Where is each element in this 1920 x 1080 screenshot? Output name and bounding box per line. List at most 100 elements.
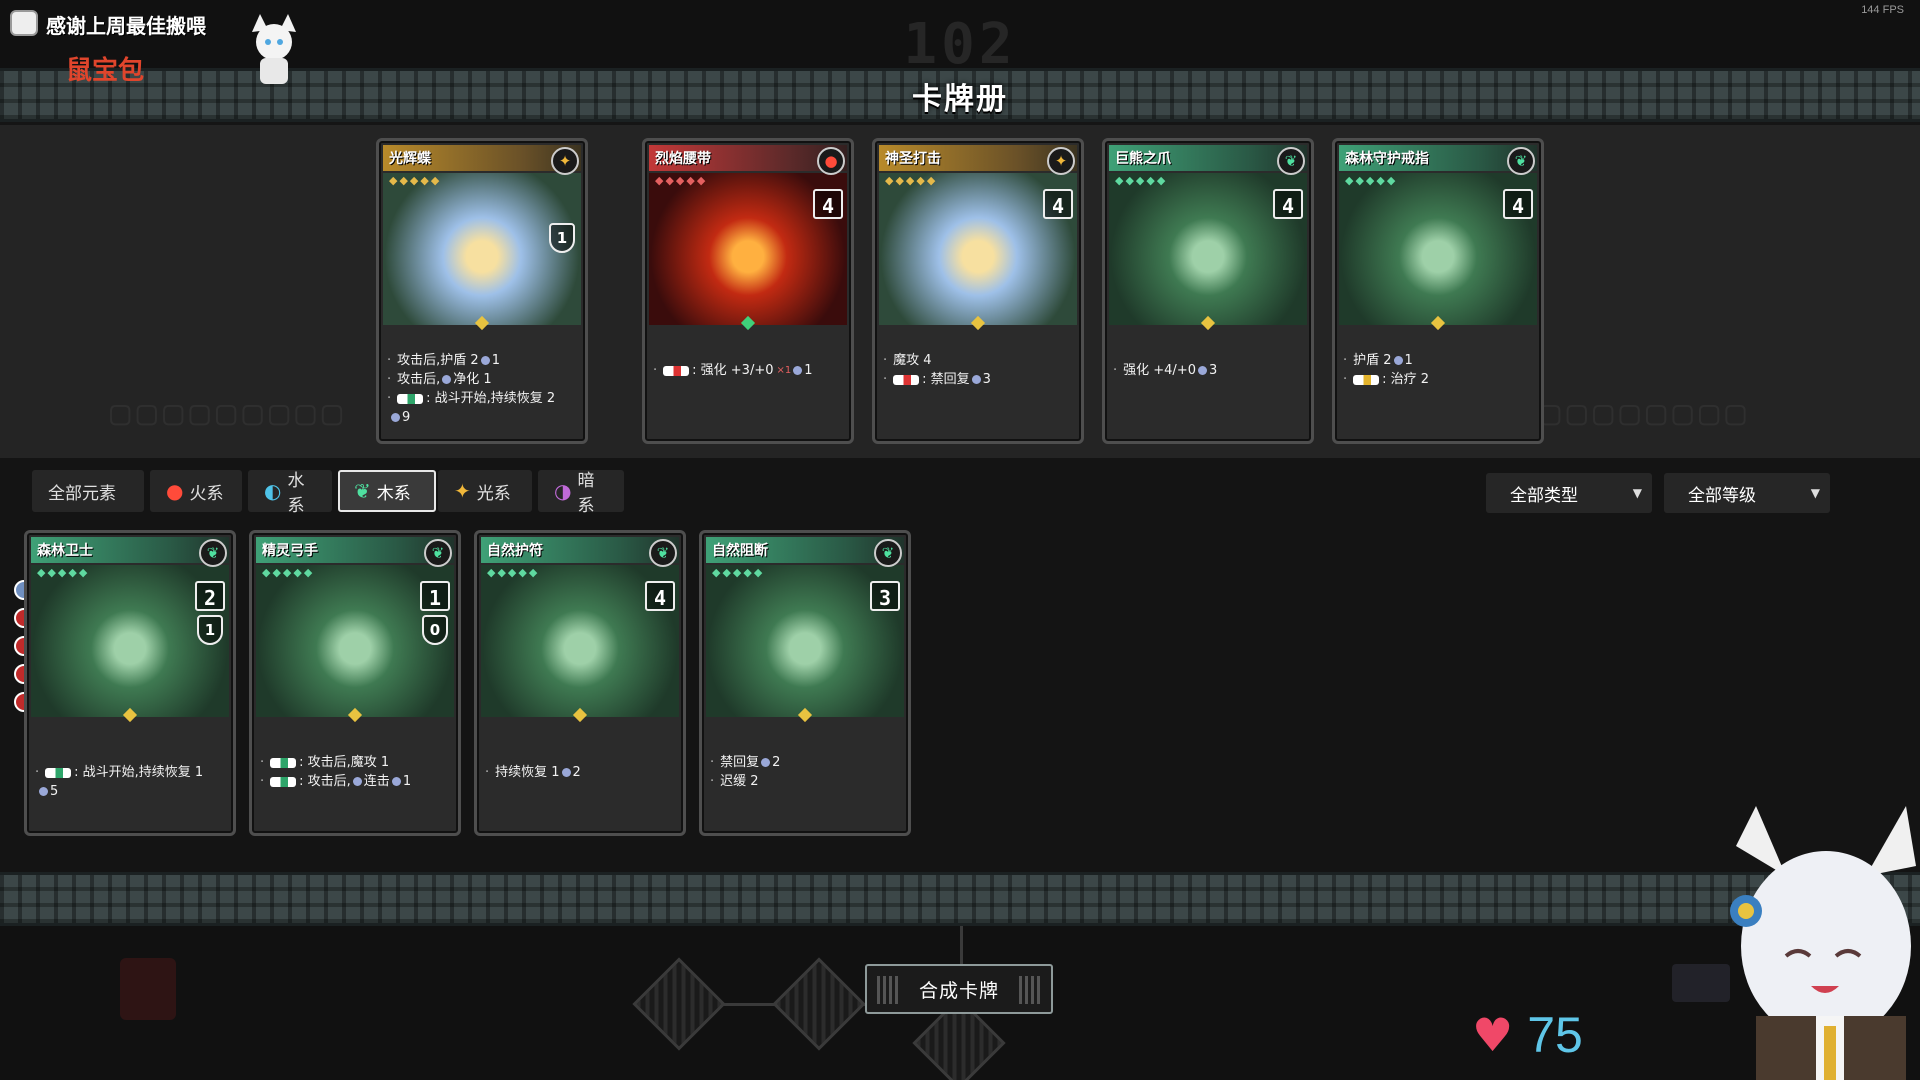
featured-card[interactable]: 森林守护戒指❦◆◆◆◆◆4护盾 21: 治疗 2 bbox=[1332, 138, 1544, 444]
cost-badge: 4 bbox=[1043, 189, 1073, 219]
overlay-thanks-text: 感谢上周最佳搬喂 bbox=[46, 14, 206, 38]
tab-fire[interactable]: ● 火系 bbox=[150, 470, 242, 512]
token-count: 1 bbox=[402, 774, 412, 789]
effect-text: 攻击后, bbox=[397, 372, 441, 387]
featured-card[interactable]: 巨熊之爪❦◆◆◆◆◆4强化 +4/+03 bbox=[1102, 138, 1314, 444]
effect-extra: 9 bbox=[387, 408, 579, 427]
collection-card[interactable]: 精灵弓手❦◆◆◆◆◆10: 攻击后,魔攻 1: 攻击后,连击1 bbox=[249, 530, 461, 836]
bg-pattern-right: ▢▢▢▢▢▢▢▢ bbox=[1540, 393, 1752, 433]
fps-counter: 144 FPS bbox=[1861, 4, 1904, 16]
trigger-tag-icon bbox=[663, 365, 690, 376]
compose-card-label: 合成卡牌 bbox=[918, 979, 999, 1002]
collection-card[interactable]: 自然护符❦◆◆◆◆◆4持续恢复 12 bbox=[474, 530, 686, 836]
effect-text: : 战斗开始,持续恢复 2 bbox=[426, 391, 556, 406]
bag-icon[interactable] bbox=[120, 958, 176, 1020]
effect-text: : 禁回复 bbox=[922, 372, 970, 387]
featured-card[interactable]: 神圣打击✦◆◆◆◆◆4魔攻 4: 禁回复3 bbox=[872, 138, 1084, 444]
tab-leaf[interactable]: ❦ 木系 bbox=[338, 470, 436, 512]
leaf-icon: ❦ bbox=[354, 479, 371, 503]
type-select[interactable]: 全部类型 ▼ bbox=[1486, 473, 1652, 513]
level-select[interactable]: 全部等级 ▼ bbox=[1664, 473, 1830, 513]
token-icon bbox=[391, 413, 400, 422]
effect-line: 强化 +4/+0 3 bbox=[1113, 361, 1305, 380]
rarity-stars: ◆◆◆◆◆ bbox=[1115, 174, 1168, 187]
effect-line: : 战斗开始,持续恢复 2 bbox=[387, 389, 579, 408]
water-icon: ◐ bbox=[264, 479, 282, 503]
mascot-icon bbox=[252, 14, 296, 84]
featured-card[interactable]: 烈焰腰带●◆◆◆◆◆4: 强化 +3/+0×11 bbox=[642, 138, 854, 444]
effect-text: 魔攻 4 bbox=[893, 353, 932, 368]
rarity-stars: ◆◆◆◆◆ bbox=[712, 566, 765, 579]
token-icon bbox=[39, 787, 48, 796]
tab-dark[interactable]: ◑ 暗系 bbox=[538, 470, 624, 516]
token-count: 3 bbox=[1208, 363, 1218, 378]
effect-line: 攻击后,护盾 2 1 bbox=[387, 351, 579, 370]
effect-text: : 强化 +3/+0 bbox=[692, 363, 774, 378]
effect-text: 护盾 2 bbox=[1353, 353, 1392, 368]
effect-text: : 攻击后, bbox=[299, 774, 351, 789]
effect-line: 持续恢复 1 2 bbox=[485, 763, 677, 782]
card-effects: : 战斗开始,持续恢复 1 5 bbox=[35, 723, 227, 827]
tab-label: 全部元素 bbox=[48, 483, 116, 504]
tab-all-elements[interactable]: 全部元素 bbox=[32, 470, 144, 512]
card-effects: 护盾 2 1: 治疗 2 bbox=[1343, 331, 1535, 435]
rarity-stars: ◆◆◆◆◆ bbox=[262, 566, 315, 579]
effect-line: 迟缓 2 bbox=[710, 772, 902, 791]
effect-text: : 攻击后,魔攻 1 bbox=[299, 755, 390, 770]
light-icon: ✦ bbox=[454, 479, 471, 503]
hp-value: 75 bbox=[1527, 1007, 1583, 1063]
leaf-icon: ❦ bbox=[649, 539, 677, 567]
bg-pattern-left: ▢▢▢▢▢▢▢▢▢ bbox=[110, 393, 349, 433]
fire-icon: ● bbox=[166, 479, 184, 503]
leaf-icon: ❦ bbox=[1507, 147, 1535, 175]
effect-line: 禁回复 2 bbox=[710, 753, 902, 772]
token-icon bbox=[480, 356, 490, 365]
effect-line: : 强化 +3/+0×1 1 bbox=[653, 361, 845, 380]
effect-text: 迟缓 2 bbox=[720, 774, 759, 789]
effect-text: 净化 1 bbox=[453, 372, 492, 387]
effect-suffix: ×1 bbox=[776, 365, 792, 376]
collection-card[interactable]: 森林卫士❦◆◆◆◆◆21: 战斗开始,持续恢复 15 bbox=[24, 530, 236, 836]
token-count: 3 bbox=[982, 372, 991, 387]
bottom-pattern-band bbox=[0, 872, 1920, 926]
trigger-tag-icon bbox=[270, 757, 297, 768]
cost-badge: 1 bbox=[420, 581, 450, 611]
cost-badge: 1 bbox=[549, 223, 575, 253]
shield-badge: 0 bbox=[422, 615, 448, 645]
card-effects: 持续恢复 1 2 bbox=[485, 723, 677, 827]
rarity-stars: ◆◆◆◆◆ bbox=[37, 566, 90, 579]
tab-label: 暗系 bbox=[577, 471, 595, 516]
hp-display: ♥ 75 bbox=[1472, 1006, 1583, 1064]
vtuber-avatar bbox=[1730, 806, 1916, 1080]
leaf-icon: ❦ bbox=[424, 539, 452, 567]
card-effects: 强化 +4/+0 3 bbox=[1113, 331, 1305, 435]
chevron-down-icon: ▼ bbox=[1810, 486, 1820, 500]
rarity-stars: ◆◆◆◆◆ bbox=[885, 174, 938, 187]
featured-card[interactable]: 光辉蝶✦◆◆◆◆◆1攻击后,护盾 21攻击后,净化 1: 战斗开始,持续恢复 2… bbox=[376, 138, 588, 444]
tab-label: 光系 bbox=[476, 483, 511, 504]
effect-text: : 治疗 2 bbox=[1382, 372, 1430, 387]
cost-badge: 4 bbox=[1503, 189, 1533, 219]
tab-water[interactable]: ◐ 水系 bbox=[248, 470, 332, 516]
tab-light[interactable]: ✦ 光系 bbox=[438, 470, 532, 512]
effect-text: : 战斗开始,持续恢复 1 bbox=[74, 765, 204, 780]
trigger-tag-icon bbox=[45, 767, 72, 778]
token-icon bbox=[1393, 356, 1403, 365]
rarity-stars: ◆◆◆◆◆ bbox=[1345, 174, 1398, 187]
card-effects: 禁回复 2 迟缓 2 bbox=[710, 723, 902, 827]
rarity-stars: ◆◆◆◆◆ bbox=[487, 566, 540, 579]
fire-icon: ● bbox=[817, 147, 845, 175]
token-icon bbox=[1197, 366, 1207, 375]
trigger-tag-icon bbox=[1353, 374, 1380, 385]
effect-line: : 禁回复 3 bbox=[883, 370, 1075, 389]
token-icon bbox=[761, 758, 771, 767]
heart-icon: ♥ bbox=[1472, 1008, 1514, 1062]
overlay-supporter-name: 鼠宝包 bbox=[66, 56, 145, 86]
collection-card[interactable]: 自然阻断❦◆◆◆◆◆3禁回复2迟缓 2 bbox=[699, 530, 911, 836]
effect-line: : 攻击后,魔攻 1 bbox=[260, 753, 452, 772]
compose-card-button[interactable]: 合成卡牌 bbox=[865, 964, 1053, 1014]
shield-badge: 1 bbox=[197, 615, 223, 645]
rarity-stars: ◆◆◆◆◆ bbox=[655, 174, 708, 187]
effect-text: 连击 bbox=[363, 774, 390, 789]
card-effects: 攻击后,护盾 2 1 攻击后, 净化 1 : 战斗开始,持续恢复 2 9 bbox=[387, 331, 579, 435]
